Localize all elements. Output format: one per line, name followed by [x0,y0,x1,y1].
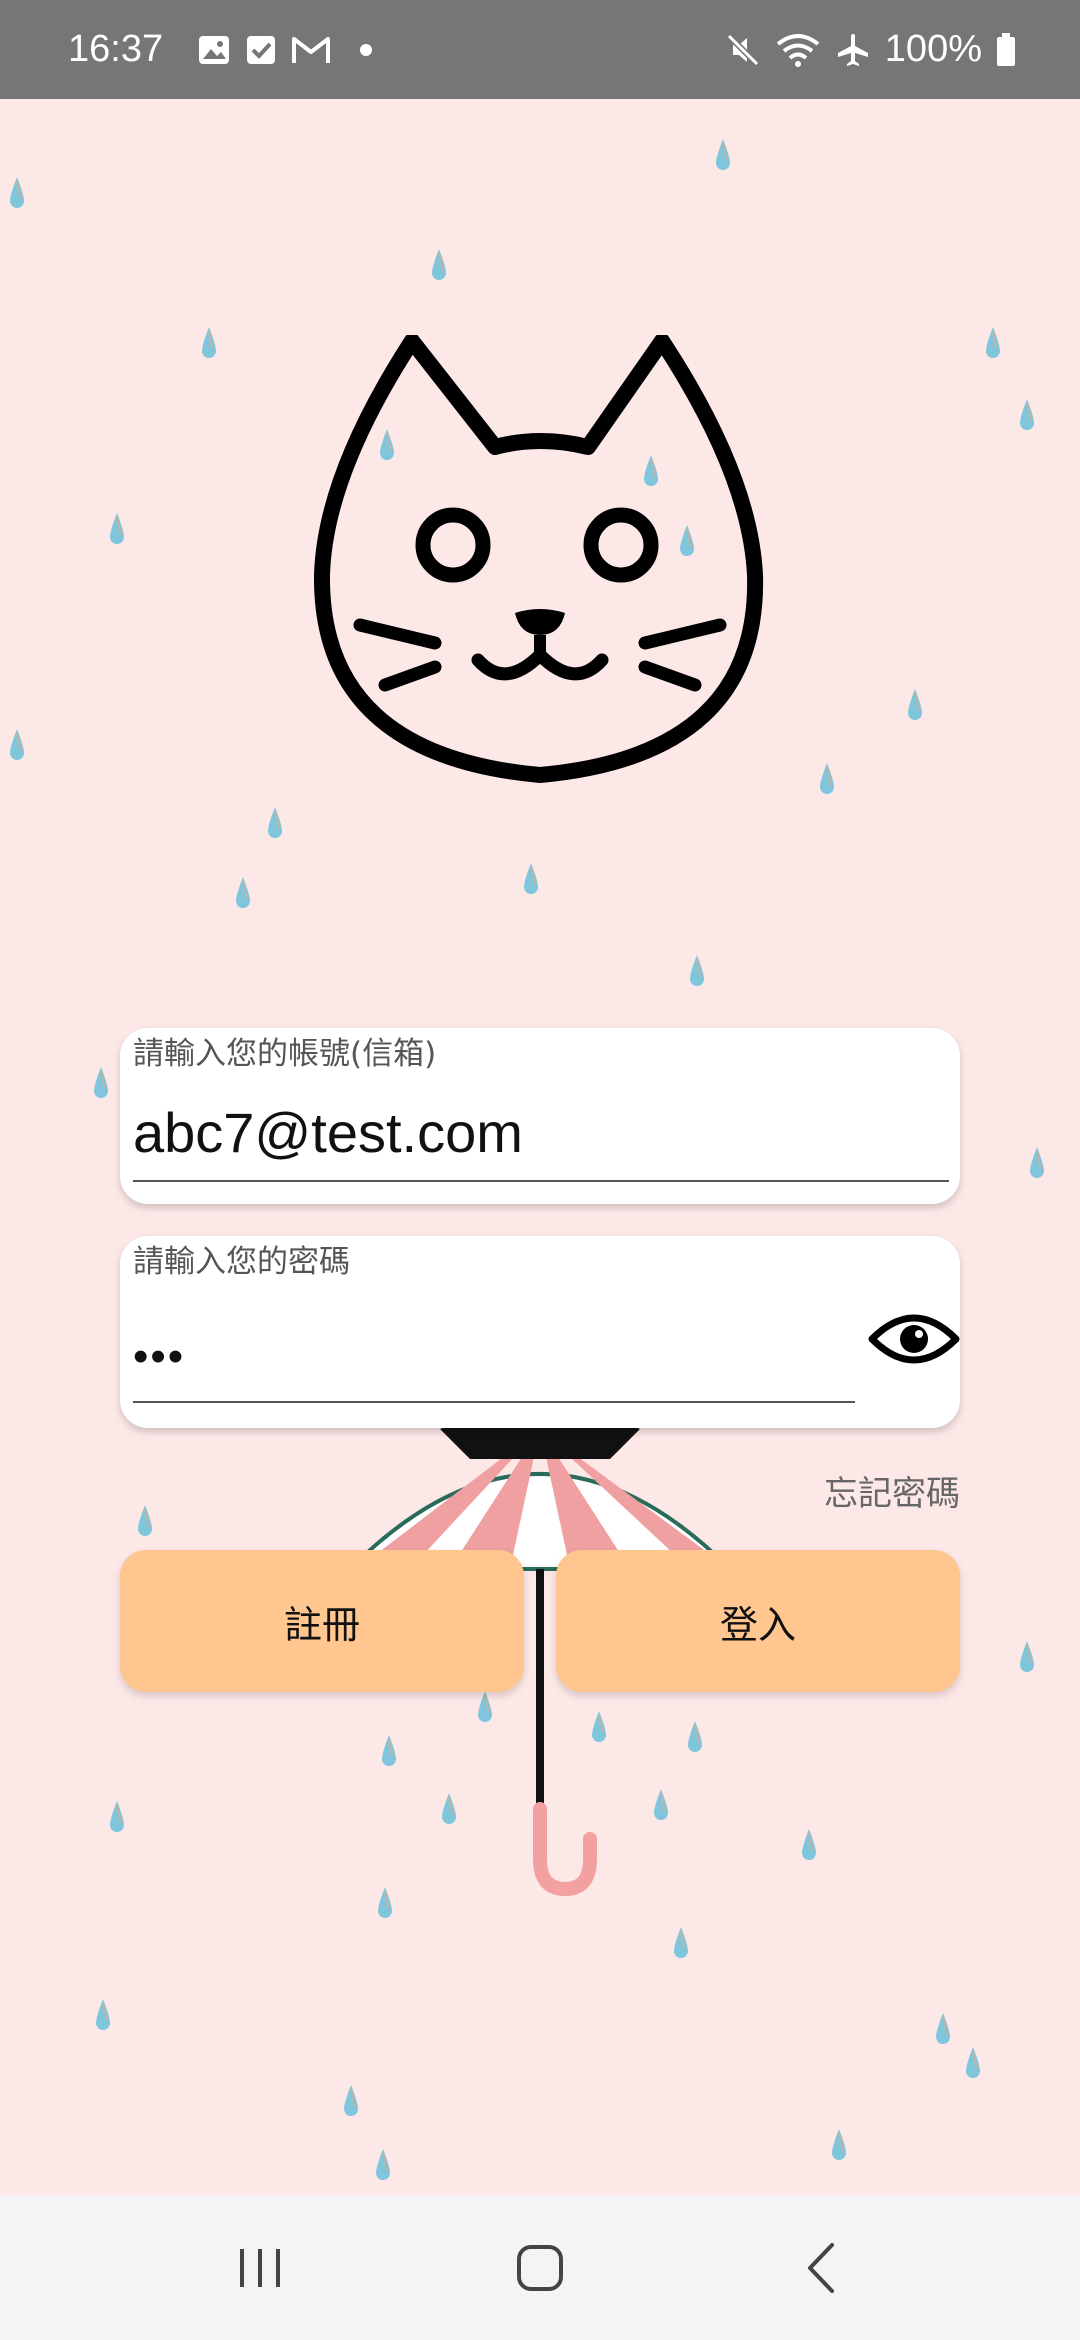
password-field[interactable]: ••• [133,1332,185,1382]
password-field-card[interactable]: 請輸入您的密碼 ••• [120,1236,960,1428]
status-right: 100% [725,28,1016,71]
airplane-icon [835,32,871,68]
forgot-password-link[interactable]: 忘記密碼 [824,1466,960,1515]
gmail-icon [291,35,331,65]
password-field-label: 請輸入您的密碼 [133,1244,350,1280]
mute-icon [725,32,761,68]
recent-apps-icon[interactable] [210,2228,310,2308]
status-time: 16:37 [68,28,164,70]
password-underline [133,1401,855,1403]
battery-icon [996,32,1016,67]
eye-icon[interactable] [868,1308,960,1370]
notification-dot-icon [359,43,373,57]
back-icon[interactable] [770,2228,870,2308]
email-field-card[interactable]: 請輸入您的帳號(信箱) abc7@test.com [120,1028,960,1204]
register-button[interactable]: 註冊 [120,1550,524,1692]
battery-percent: 100% [884,28,982,70]
email-underline [133,1180,949,1182]
status-left: 16:37 [68,28,373,71]
home-icon[interactable] [490,2228,590,2308]
wifi-icon [775,32,821,68]
gallery-icon [197,33,231,67]
email-field-label: 請輸入您的帳號(信箱) [133,1036,437,1072]
status-bar: 16:37 100% [0,0,1080,99]
tasks-check-icon [245,34,277,66]
login-button[interactable]: 登入 [556,1550,960,1692]
email-field[interactable]: abc7@test.com [133,1100,523,1165]
cat-logo [313,335,764,783]
system-nav-bar [0,2195,1080,2340]
